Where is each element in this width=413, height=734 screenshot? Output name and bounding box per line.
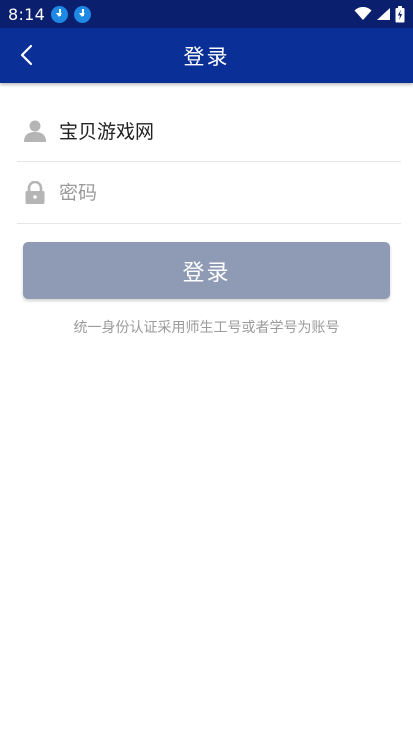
app-header: 登录 <box>0 28 413 83</box>
download-icon <box>51 5 69 23</box>
status-bar: 8:14 <box>0 0 413 28</box>
download-icon <box>74 5 92 23</box>
wifi-icon <box>354 7 372 20</box>
username-row <box>17 100 401 162</box>
back-button[interactable] <box>10 38 44 72</box>
page-title: 登录 <box>183 44 230 69</box>
chevron-left-icon <box>20 44 33 66</box>
user-icon <box>23 119 47 143</box>
password-row <box>17 162 401 224</box>
login-button[interactable]: 登录 <box>23 242 390 299</box>
status-indicators <box>354 5 405 23</box>
login-hint: 统一身份认证采用师生工号或者学号为账号 <box>73 320 340 336</box>
status-time: 8:14 <box>8 4 46 24</box>
battery-charging-icon <box>395 5 405 22</box>
username-input[interactable] <box>59 110 359 151</box>
password-input[interactable] <box>59 172 359 213</box>
lock-icon <box>23 180 47 205</box>
signal-icon <box>377 8 390 20</box>
